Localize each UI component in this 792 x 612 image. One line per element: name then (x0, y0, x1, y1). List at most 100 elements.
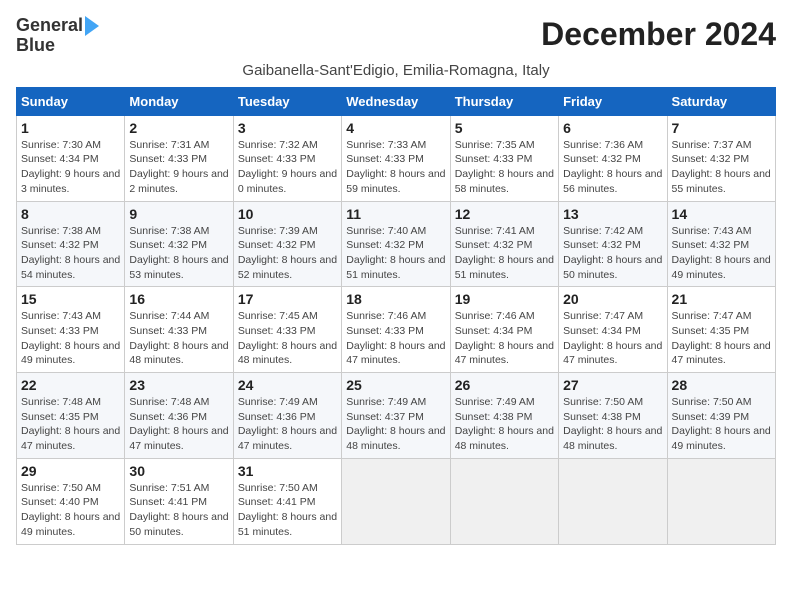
col-header-wednesday: Wednesday (342, 87, 450, 115)
day-info: Sunrise: 7:36 AMSunset: 4:32 PMDaylight:… (563, 139, 662, 195)
day-info: Sunrise: 7:43 AMSunset: 4:33 PMDaylight:… (21, 310, 120, 366)
day-cell: 5 Sunrise: 7:35 AMSunset: 4:33 PMDayligh… (450, 115, 558, 201)
day-info: Sunrise: 7:50 AMSunset: 4:40 PMDaylight:… (21, 482, 120, 538)
day-cell: 28 Sunrise: 7:50 AMSunset: 4:39 PMDaylig… (667, 373, 775, 459)
day-number: 25 (346, 377, 445, 393)
day-info: Sunrise: 7:44 AMSunset: 4:33 PMDaylight:… (129, 310, 228, 366)
col-header-sunday: Sunday (17, 87, 125, 115)
day-number: 14 (672, 206, 771, 222)
logo-text-general: General (16, 16, 83, 36)
day-cell: 26 Sunrise: 7:49 AMSunset: 4:38 PMDaylig… (450, 373, 558, 459)
day-number: 8 (21, 206, 120, 222)
day-number: 2 (129, 120, 228, 136)
day-number: 15 (21, 291, 120, 307)
day-cell: 8 Sunrise: 7:38 AMSunset: 4:32 PMDayligh… (17, 201, 125, 287)
calendar-table: SundayMondayTuesdayWednesdayThursdayFrid… (16, 87, 776, 545)
day-cell: 9 Sunrise: 7:38 AMSunset: 4:32 PMDayligh… (125, 201, 233, 287)
day-info: Sunrise: 7:38 AMSunset: 4:32 PMDaylight:… (129, 225, 228, 281)
col-header-saturday: Saturday (667, 87, 775, 115)
day-info: Sunrise: 7:50 AMSunset: 4:38 PMDaylight:… (563, 396, 662, 452)
day-info: Sunrise: 7:38 AMSunset: 4:32 PMDaylight:… (21, 225, 120, 281)
day-cell: 13 Sunrise: 7:42 AMSunset: 4:32 PMDaylig… (559, 201, 667, 287)
day-info: Sunrise: 7:47 AMSunset: 4:34 PMDaylight:… (563, 310, 662, 366)
col-header-monday: Monday (125, 87, 233, 115)
col-header-thursday: Thursday (450, 87, 558, 115)
day-info: Sunrise: 7:41 AMSunset: 4:32 PMDaylight:… (455, 225, 554, 281)
day-number: 3 (238, 120, 337, 136)
day-info: Sunrise: 7:49 AMSunset: 4:38 PMDaylight:… (455, 396, 554, 452)
day-info: Sunrise: 7:50 AMSunset: 4:41 PMDaylight:… (238, 482, 337, 538)
day-number: 6 (563, 120, 662, 136)
day-info: Sunrise: 7:39 AMSunset: 4:32 PMDaylight:… (238, 225, 337, 281)
day-number: 10 (238, 206, 337, 222)
day-cell (667, 458, 775, 544)
col-header-friday: Friday (559, 87, 667, 115)
day-info: Sunrise: 7:48 AMSunset: 4:36 PMDaylight:… (129, 396, 228, 452)
day-cell (342, 458, 450, 544)
week-row-2: 8 Sunrise: 7:38 AMSunset: 4:32 PMDayligh… (17, 201, 776, 287)
day-number: 19 (455, 291, 554, 307)
day-cell: 19 Sunrise: 7:46 AMSunset: 4:34 PMDaylig… (450, 287, 558, 373)
day-number: 5 (455, 120, 554, 136)
day-cell: 4 Sunrise: 7:33 AMSunset: 4:33 PMDayligh… (342, 115, 450, 201)
logo-arrow-icon (85, 16, 99, 36)
day-info: Sunrise: 7:46 AMSunset: 4:34 PMDaylight:… (455, 310, 554, 366)
day-cell: 27 Sunrise: 7:50 AMSunset: 4:38 PMDaylig… (559, 373, 667, 459)
week-row-4: 22 Sunrise: 7:48 AMSunset: 4:35 PMDaylig… (17, 373, 776, 459)
day-cell: 15 Sunrise: 7:43 AMSunset: 4:33 PMDaylig… (17, 287, 125, 373)
day-cell: 7 Sunrise: 7:37 AMSunset: 4:32 PMDayligh… (667, 115, 775, 201)
day-info: Sunrise: 7:30 AMSunset: 4:34 PMDaylight:… (21, 139, 120, 195)
week-row-5: 29 Sunrise: 7:50 AMSunset: 4:40 PMDaylig… (17, 458, 776, 544)
day-info: Sunrise: 7:40 AMSunset: 4:32 PMDaylight:… (346, 225, 445, 281)
day-info: Sunrise: 7:35 AMSunset: 4:33 PMDaylight:… (455, 139, 554, 195)
logo-text-blue: Blue (16, 36, 55, 56)
week-row-1: 1 Sunrise: 7:30 AMSunset: 4:34 PMDayligh… (17, 115, 776, 201)
day-info: Sunrise: 7:49 AMSunset: 4:37 PMDaylight:… (346, 396, 445, 452)
day-info: Sunrise: 7:46 AMSunset: 4:33 PMDaylight:… (346, 310, 445, 366)
day-info: Sunrise: 7:45 AMSunset: 4:33 PMDaylight:… (238, 310, 337, 366)
day-number: 22 (21, 377, 120, 393)
month-title: December 2024 (541, 16, 776, 53)
day-info: Sunrise: 7:37 AMSunset: 4:32 PMDaylight:… (672, 139, 771, 195)
header-row: SundayMondayTuesdayWednesdayThursdayFrid… (17, 87, 776, 115)
header: General Blue December 2024 (16, 16, 776, 56)
day-number: 18 (346, 291, 445, 307)
day-number: 31 (238, 463, 337, 479)
day-cell: 29 Sunrise: 7:50 AMSunset: 4:40 PMDaylig… (17, 458, 125, 544)
day-cell: 30 Sunrise: 7:51 AMSunset: 4:41 PMDaylig… (125, 458, 233, 544)
day-number: 13 (563, 206, 662, 222)
day-cell: 11 Sunrise: 7:40 AMSunset: 4:32 PMDaylig… (342, 201, 450, 287)
day-number: 20 (563, 291, 662, 307)
day-number: 30 (129, 463, 228, 479)
day-info: Sunrise: 7:50 AMSunset: 4:39 PMDaylight:… (672, 396, 771, 452)
day-cell: 14 Sunrise: 7:43 AMSunset: 4:32 PMDaylig… (667, 201, 775, 287)
day-number: 28 (672, 377, 771, 393)
day-number: 23 (129, 377, 228, 393)
day-number: 7 (672, 120, 771, 136)
day-cell: 3 Sunrise: 7:32 AMSunset: 4:33 PMDayligh… (233, 115, 341, 201)
day-number: 9 (129, 206, 228, 222)
logo: General Blue (16, 16, 99, 56)
day-info: Sunrise: 7:47 AMSunset: 4:35 PMDaylight:… (672, 310, 771, 366)
col-header-tuesday: Tuesday (233, 87, 341, 115)
day-number: 11 (346, 206, 445, 222)
day-cell: 21 Sunrise: 7:47 AMSunset: 4:35 PMDaylig… (667, 287, 775, 373)
day-number: 12 (455, 206, 554, 222)
day-cell: 31 Sunrise: 7:50 AMSunset: 4:41 PMDaylig… (233, 458, 341, 544)
day-number: 16 (129, 291, 228, 307)
subtitle: Gaibanella-Sant'Edigio, Emilia-Romagna, … (16, 62, 776, 79)
day-info: Sunrise: 7:31 AMSunset: 4:33 PMDaylight:… (129, 139, 228, 195)
day-cell: 18 Sunrise: 7:46 AMSunset: 4:33 PMDaylig… (342, 287, 450, 373)
day-cell (450, 458, 558, 544)
day-cell: 25 Sunrise: 7:49 AMSunset: 4:37 PMDaylig… (342, 373, 450, 459)
day-cell: 10 Sunrise: 7:39 AMSunset: 4:32 PMDaylig… (233, 201, 341, 287)
day-number: 4 (346, 120, 445, 136)
day-number: 24 (238, 377, 337, 393)
week-row-3: 15 Sunrise: 7:43 AMSunset: 4:33 PMDaylig… (17, 287, 776, 373)
day-number: 27 (563, 377, 662, 393)
day-number: 17 (238, 291, 337, 307)
day-cell: 1 Sunrise: 7:30 AMSunset: 4:34 PMDayligh… (17, 115, 125, 201)
day-cell: 12 Sunrise: 7:41 AMSunset: 4:32 PMDaylig… (450, 201, 558, 287)
day-info: Sunrise: 7:32 AMSunset: 4:33 PMDaylight:… (238, 139, 337, 195)
day-cell: 20 Sunrise: 7:47 AMSunset: 4:34 PMDaylig… (559, 287, 667, 373)
